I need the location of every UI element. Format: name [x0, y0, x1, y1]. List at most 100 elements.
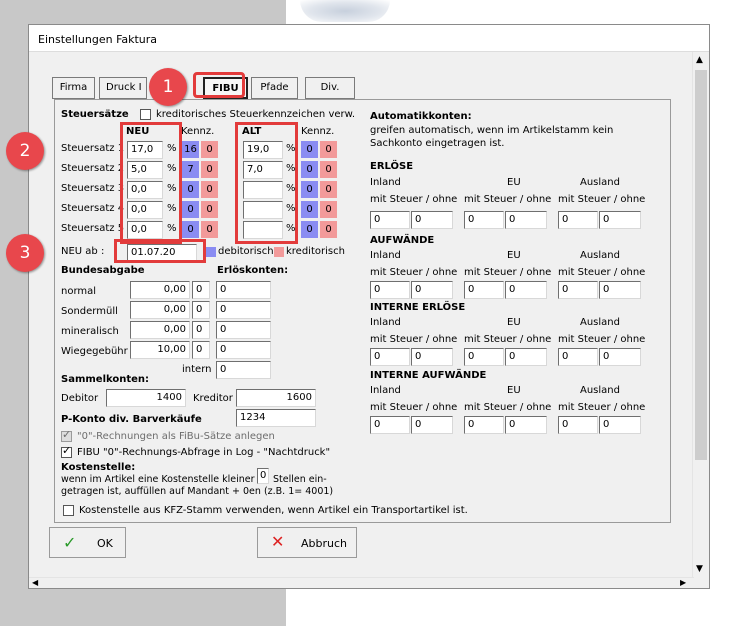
- bundes-k-input[interactable]: 0: [192, 281, 210, 299]
- annotation-badge-1: 1: [149, 68, 187, 106]
- konto-input[interactable]: 0: [464, 211, 504, 229]
- vertical-scroll-thumb[interactable]: [695, 70, 707, 460]
- abbruch-button[interactable]: ✕ Abbruch: [257, 527, 357, 558]
- steuer-row-label: Steuersatz 5: [61, 223, 125, 234]
- konto-input[interactable]: 0: [411, 348, 453, 366]
- col-ausland: Ausland: [580, 250, 620, 261]
- alt-kennz-deb[interactable]: 0: [301, 201, 318, 218]
- konto-input[interactable]: 0: [599, 211, 641, 229]
- kreditor-input[interactable]: 1600: [236, 389, 316, 407]
- konto-input[interactable]: 0: [505, 348, 547, 366]
- bundes-value-input[interactable]: 10,00: [130, 341, 190, 359]
- scroll-up-icon[interactable]: ▲: [696, 55, 703, 65]
- alt-kennz-deb[interactable]: 0: [301, 181, 318, 198]
- konto-input[interactable]: 0: [599, 281, 641, 299]
- bundes-row-label: normal: [61, 286, 97, 297]
- erloeskonto-input[interactable]: 0: [216, 341, 271, 359]
- bundes-value-input[interactable]: 0,00: [130, 321, 190, 339]
- konto-input[interactable]: 0: [599, 348, 641, 366]
- alt-kennz-kred[interactable]: 0: [320, 181, 337, 198]
- col-inland: Inland: [370, 177, 401, 188]
- konto-input[interactable]: 0: [464, 281, 504, 299]
- tab-div[interactable]: Div.: [305, 77, 355, 99]
- konto-input[interactable]: 0: [370, 348, 410, 366]
- alt-kennz-deb[interactable]: 0: [301, 161, 318, 178]
- kred-steuer-checkbox[interactable]: [140, 109, 151, 120]
- scroll-down-icon[interactable]: ▼: [696, 564, 703, 574]
- kfz-kst-label: Kostenstelle aus KFZ-Stamm verwenden, we…: [79, 505, 468, 516]
- bundes-value-input[interactable]: 0,00: [130, 281, 190, 299]
- alt-kennz-kred[interactable]: 0: [320, 161, 337, 178]
- horizontal-scrollbar[interactable]: ◀ ▶: [29, 577, 694, 588]
- neu-kennz-deb[interactable]: 0: [182, 181, 199, 198]
- neu-kennz-deb[interactable]: 0: [182, 201, 199, 218]
- konto-input[interactable]: 0: [558, 348, 598, 366]
- konto-input[interactable]: 0: [370, 211, 410, 229]
- alt-kennz-deb[interactable]: 0: [301, 141, 318, 158]
- bundes-value-input[interactable]: 0,00: [130, 301, 190, 319]
- konto-input[interactable]: 0: [558, 416, 598, 434]
- kostenstelle-length-input[interactable]: 0: [257, 468, 269, 484]
- konto-input[interactable]: 0: [464, 348, 504, 366]
- fibu-null-checkbox[interactable]: ✓: [61, 445, 72, 458]
- debitor-input[interactable]: 1400: [106, 389, 186, 407]
- scroll-right-icon[interactable]: ▶: [680, 578, 686, 587]
- intern-konto-input[interactable]: 0: [216, 361, 271, 379]
- neu-kennz-deb[interactable]: 7: [182, 161, 199, 178]
- intern-label: intern: [182, 364, 212, 375]
- konto-input[interactable]: 0: [558, 211, 598, 229]
- erloeskonten-title: Erlöskonten:: [217, 265, 289, 276]
- legend-deb-label: debitorisch: [218, 246, 274, 257]
- alt-kennz-kred[interactable]: 0: [320, 221, 337, 238]
- erloeskonto-input[interactable]: 0: [216, 321, 271, 339]
- erloeskonto-input[interactable]: 0: [216, 281, 271, 299]
- fibu-null-label: FIBU "0"-Rechnungs-Abfrage in Log - "Nac…: [77, 447, 331, 458]
- konto-input[interactable]: 0: [411, 416, 453, 434]
- neu-kennz-kred[interactable]: 0: [201, 161, 218, 178]
- tab-firma[interactable]: Firma: [52, 77, 95, 99]
- konto-input[interactable]: 0: [411, 211, 453, 229]
- konto-input[interactable]: 0: [505, 281, 547, 299]
- scroll-left-icon[interactable]: ◀: [32, 578, 38, 587]
- konto-input[interactable]: 0: [464, 416, 504, 434]
- steuer-row-label: Steuersatz 3: [61, 183, 125, 194]
- kfz-kst-checkbox[interactable]: [63, 505, 74, 516]
- sub-eu: mit Steuer / ohne: [464, 194, 552, 205]
- automatikkonten-title: Automatikkonten:: [370, 111, 472, 122]
- konto-input[interactable]: 0: [370, 281, 410, 299]
- background-stamp-image: [300, 0, 390, 22]
- vertical-scrollbar[interactable]: ▲ ▼: [692, 52, 709, 579]
- alt-kennz-kred[interactable]: 0: [320, 141, 337, 158]
- null-rech-checkbox[interactable]: ✓: [61, 429, 72, 442]
- bundes-k-input[interactable]: 0: [192, 321, 210, 339]
- neu-ab-label: NEU ab :: [61, 246, 105, 257]
- pkonto-input[interactable]: 1234: [236, 409, 316, 427]
- konto-input[interactable]: 0: [505, 211, 547, 229]
- steuersaetze-title: Steuersätze: [61, 109, 129, 120]
- neu-kennz-kred[interactable]: 0: [201, 181, 218, 198]
- konto-input[interactable]: 0: [599, 416, 641, 434]
- ok-button[interactable]: ✓ OK: [49, 527, 126, 558]
- alt-kennz-kred[interactable]: 0: [320, 201, 337, 218]
- kostenstelle-text-1: wenn im Artikel eine Kostenstelle kleine…: [61, 474, 255, 485]
- konto-input[interactable]: 0: [558, 281, 598, 299]
- col-ausland: Ausland: [580, 385, 620, 396]
- tab-druck[interactable]: Druck I: [99, 77, 147, 99]
- neu-kennz-kred[interactable]: 0: [201, 201, 218, 218]
- col-ausland: Ausland: [580, 177, 620, 188]
- neu-kennz-header: Kennz.: [181, 126, 215, 137]
- neu-kennz-deb[interactable]: 0: [182, 221, 199, 238]
- legend-kred-swatch: [274, 247, 284, 257]
- bundes-row-label: Wiegegebühr: [61, 346, 128, 357]
- konto-input[interactable]: 0: [505, 416, 547, 434]
- neu-kennz-kred[interactable]: 0: [201, 141, 218, 158]
- bundes-k-input[interactable]: 0: [192, 301, 210, 319]
- bundes-k-input[interactable]: 0: [192, 341, 210, 359]
- neu-kennz-kred[interactable]: 0: [201, 221, 218, 238]
- neu-kennz-deb[interactable]: 16: [182, 141, 199, 158]
- konto-input[interactable]: 0: [370, 416, 410, 434]
- tab-pfade[interactable]: Pfade: [251, 77, 298, 99]
- erloeskonto-input[interactable]: 0: [216, 301, 271, 319]
- konto-input[interactable]: 0: [411, 281, 453, 299]
- alt-kennz-deb[interactable]: 0: [301, 221, 318, 238]
